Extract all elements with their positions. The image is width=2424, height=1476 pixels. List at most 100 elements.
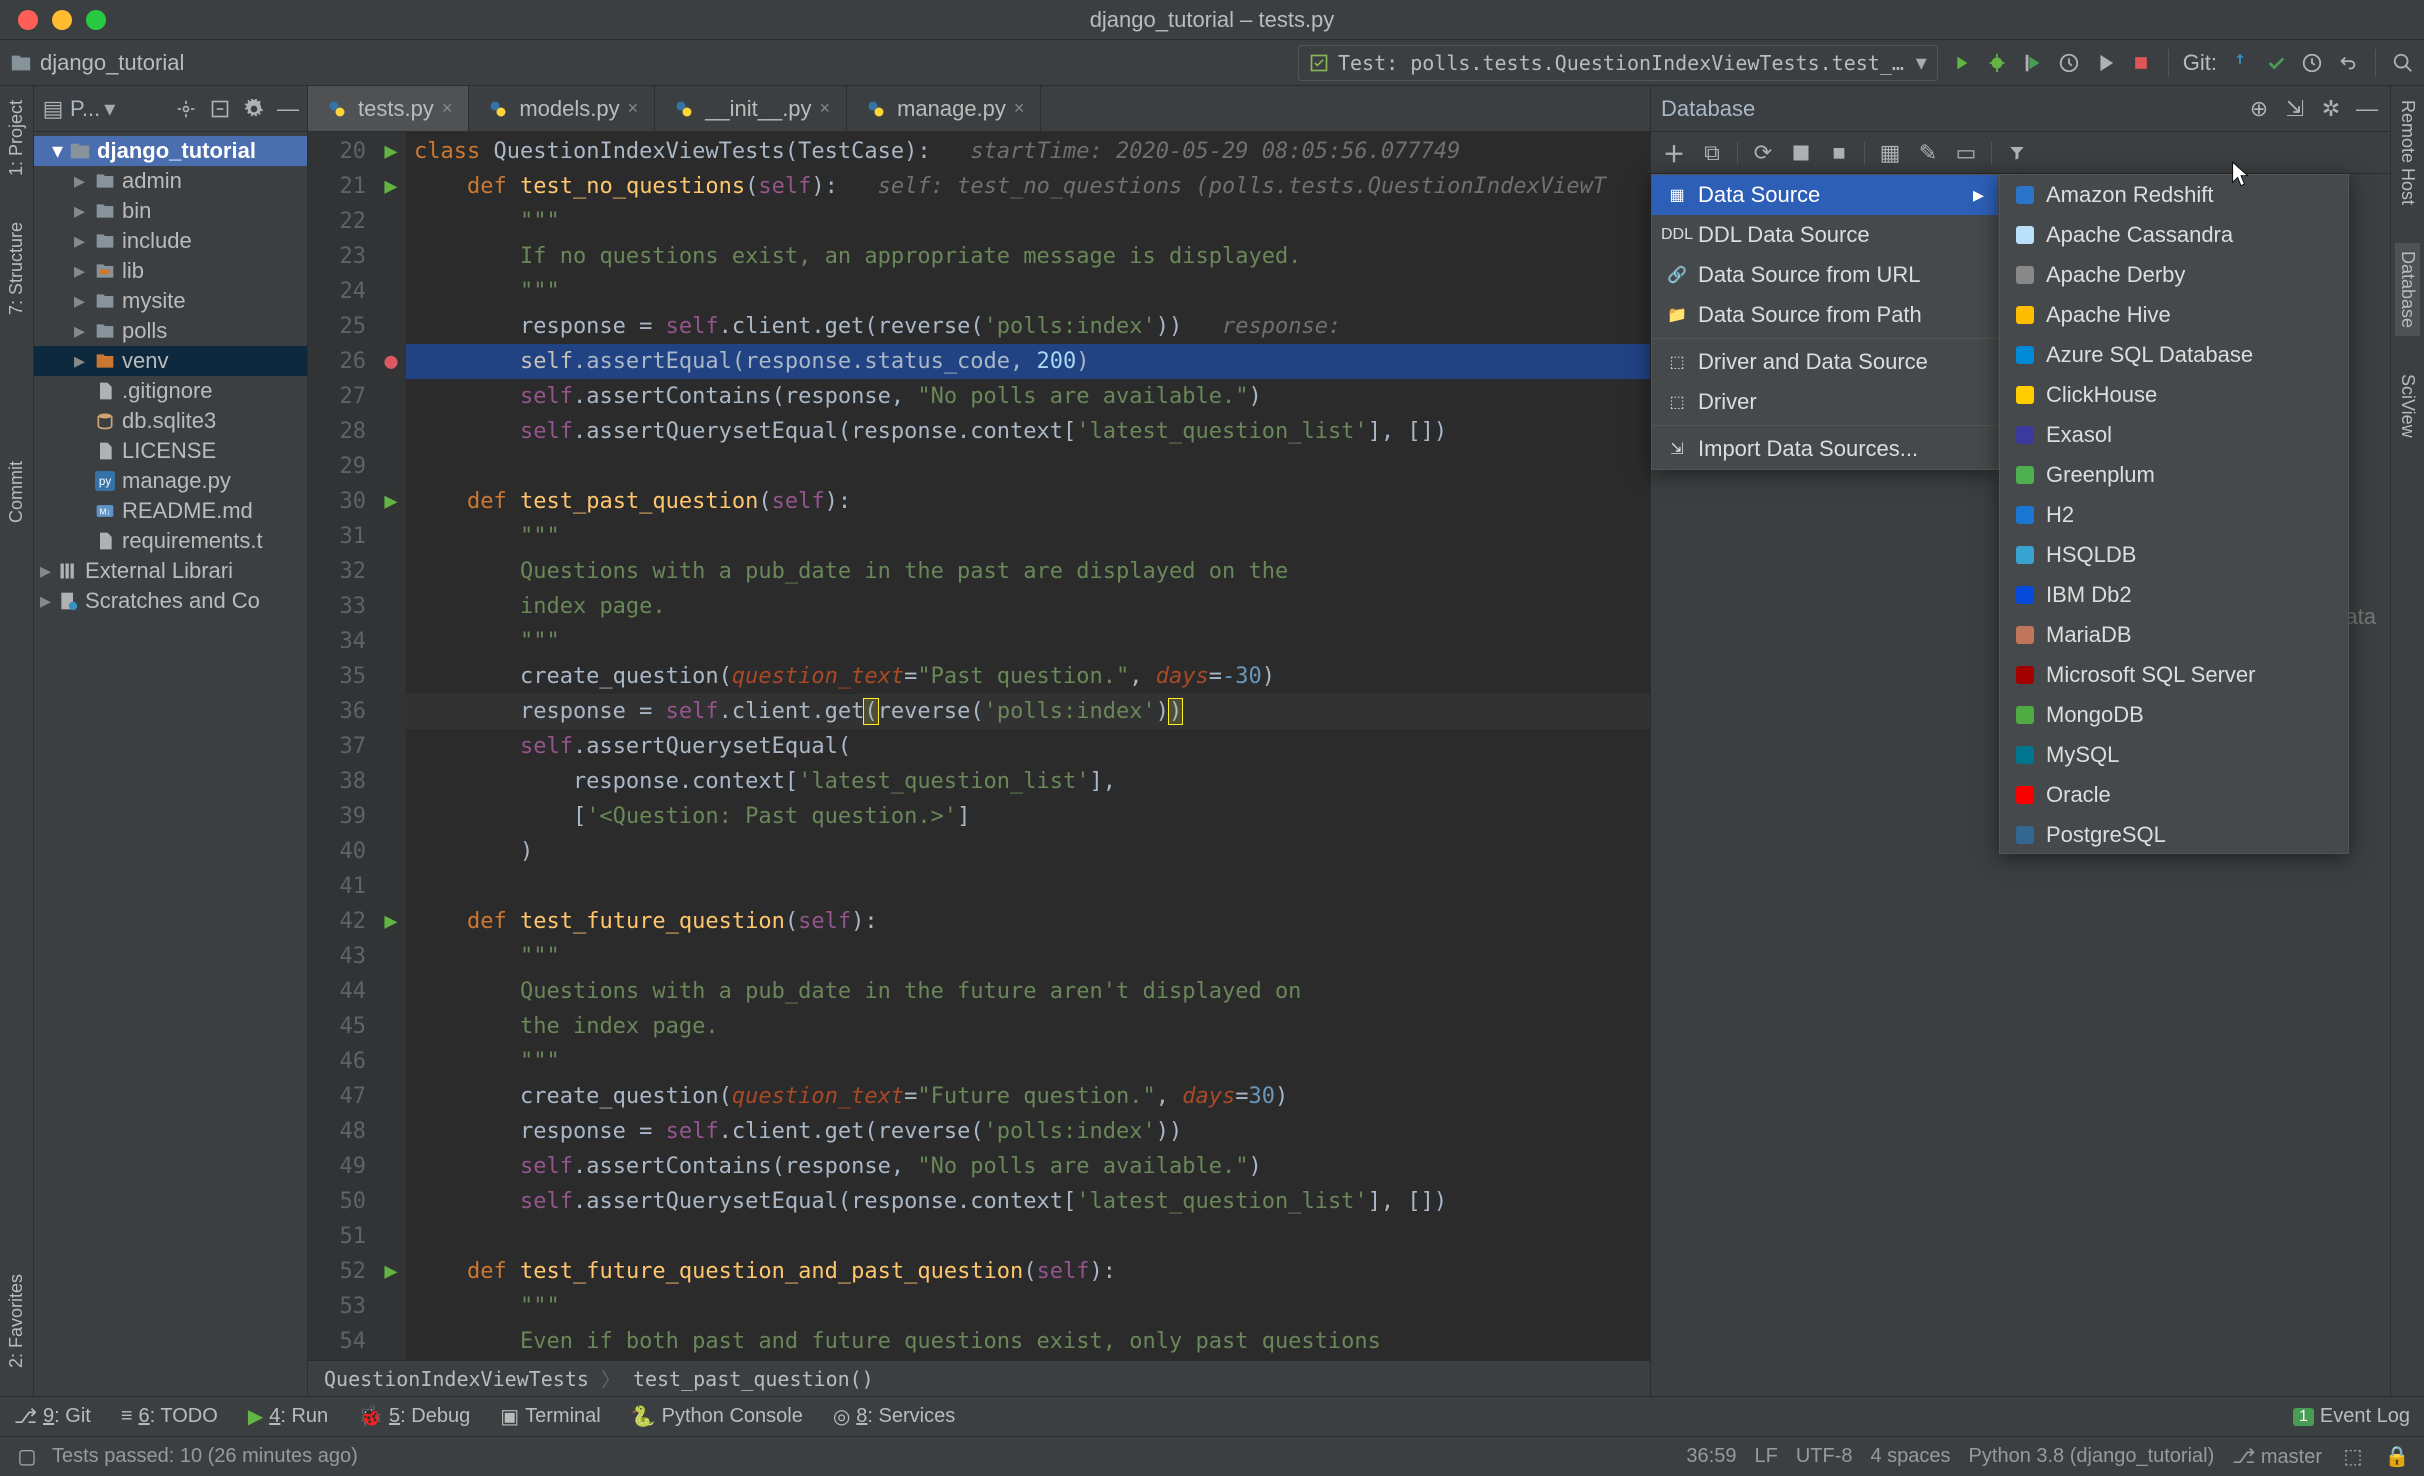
datasource-type-item[interactable]: MongoDB [2000, 695, 2348, 735]
tree-node[interactable]: ▸venv [34, 346, 307, 376]
tree-node[interactable]: M↓README.md [34, 496, 307, 526]
close-tab-icon[interactable]: × [442, 98, 453, 119]
duplicate-icon[interactable]: ⧉ [1699, 140, 1725, 166]
code-breadcrumbs[interactable]: QuestionIndexViewTests 〉 test_past_quest… [308, 1360, 1650, 1396]
run-tool-button[interactable]: ▶ 4: Run [248, 1404, 328, 1429]
menu-item[interactable]: ⬚Driver and Data Source [1652, 342, 1998, 382]
datasource-type-item[interactable]: Oracle [2000, 775, 2348, 815]
settings-icon[interactable]: ✲ [2318, 96, 2344, 122]
git-rollback-icon[interactable] [2335, 50, 2361, 76]
tree-node[interactable]: ▸bin [34, 196, 307, 226]
run-button-icon[interactable] [1948, 50, 1974, 76]
git-update-icon[interactable] [2227, 50, 2253, 76]
datasource-type-item[interactable]: H2 [2000, 495, 2348, 535]
menu-item[interactable]: ⬚Driver [1652, 382, 1998, 422]
attach-button-icon[interactable] [2092, 50, 2118, 76]
deployment-icon[interactable]: ⬚ [2340, 1444, 2366, 1470]
datasource-type-item[interactable]: Exasol [2000, 415, 2348, 455]
tree-node-root[interactable]: ▾ django_tutorial [34, 136, 307, 166]
menu-item[interactable]: 🔗Data Source from URL [1652, 255, 1998, 295]
editor-tab[interactable]: manage.py× [847, 86, 1041, 131]
datasource-type-item[interactable]: Amazon Redshift [2000, 175, 2348, 215]
line-ending[interactable]: LF [1754, 1445, 1777, 1468]
project-view-label[interactable]: P... [70, 96, 100, 122]
git-branch[interactable]: ⎇ master [2232, 1444, 2322, 1469]
filter-icon[interactable] [2004, 140, 2030, 166]
breadcrumb-project[interactable]: django_tutorial [40, 50, 184, 76]
debug-button-icon[interactable] [1984, 50, 2010, 76]
menu-item[interactable]: ▦Data Source▸ [1652, 175, 1998, 215]
close-tab-icon[interactable]: × [628, 98, 639, 119]
tree-node[interactable]: ▸include [34, 226, 307, 256]
refresh-icon[interactable]: ⟳ [1750, 140, 1776, 166]
tree-node[interactable]: ▸lib [34, 256, 307, 286]
close-window-icon[interactable] [18, 10, 38, 30]
locate-icon[interactable]: ⊕ [2246, 96, 2272, 122]
datasource-type-item[interactable]: HSQLDB [2000, 535, 2348, 575]
datasource-type-item[interactable]: Azure SQL Database [2000, 335, 2348, 375]
editor-tab[interactable]: models.py× [469, 86, 655, 131]
code-editor[interactable]: 2021222324252627282930313233343536373839… [308, 132, 1650, 1360]
datasource-type-item[interactable]: Microsoft SQL Server [2000, 655, 2348, 695]
hide-panel-icon[interactable]: — [275, 96, 301, 122]
close-tab-icon[interactable]: × [820, 98, 831, 119]
tree-node[interactable]: ▸mysite [34, 286, 307, 316]
table-icon[interactable]: ▦ [1877, 140, 1903, 166]
crumb-class[interactable]: QuestionIndexViewTests [324, 1367, 589, 1391]
menu-item[interactable]: 📁Data Source from Path [1652, 295, 1998, 335]
favorites-tool-button[interactable]: 2: Favorites [4, 1266, 29, 1376]
project-tree[interactable]: ▾ django_tutorial ▸admin▸bin▸include▸lib… [34, 132, 307, 1396]
tree-node[interactable]: ▸admin [34, 166, 307, 196]
datasource-type-item[interactable]: PostgreSQL [2000, 815, 2348, 854]
collapse-icon[interactable]: ⇲ [2282, 96, 2308, 122]
datasource-type-item[interactable]: Greenplum [2000, 455, 2348, 495]
todo-tool-button[interactable]: ≡ 6: TODO [121, 1405, 218, 1428]
datasource-type-submenu[interactable]: Amazon RedshiftApache CassandraApache De… [1999, 174, 2349, 854]
datasource-popup-menu[interactable]: ▦Data Source▸DDLDDL Data Source🔗Data Sou… [1651, 174, 1999, 470]
run-configuration-selector[interactable]: Test: polls.tests.QuestionIndexViewTests… [1298, 45, 1938, 81]
database-tool-button[interactable]: Database [2395, 243, 2420, 336]
cursor-position[interactable]: 36:59 [1686, 1445, 1736, 1468]
sql-icon[interactable] [1788, 140, 1814, 166]
view-icon[interactable]: ▭ [1953, 140, 1979, 166]
debug-tool-button[interactable]: 🐞 5: Debug [358, 1404, 470, 1429]
editor-tab[interactable]: tests.py× [308, 86, 469, 131]
indent-setting[interactable]: 4 spaces [1870, 1445, 1950, 1468]
event-log-button[interactable]: 1 Event Log [2293, 1405, 2410, 1428]
terminal-tool-button[interactable]: ▣ Terminal [500, 1404, 600, 1429]
services-tool-button[interactable]: ◎ 8: Services [833, 1404, 955, 1429]
sciview-tool-button[interactable]: SciView [2395, 366, 2420, 446]
project-tool-button[interactable]: 1: Project [4, 92, 29, 184]
datasource-type-item[interactable]: MySQL [2000, 735, 2348, 775]
maximize-window-icon[interactable] [86, 10, 106, 30]
menu-item[interactable]: ⇲Import Data Sources... [1652, 429, 1998, 469]
datasource-type-item[interactable]: MariaDB [2000, 615, 2348, 655]
add-icon[interactable]: ＋ [1661, 140, 1687, 166]
crumb-method[interactable]: test_past_question() [633, 1367, 874, 1391]
tree-node[interactable]: ▸polls [34, 316, 307, 346]
datasource-type-item[interactable]: ClickHouse [2000, 375, 2348, 415]
stop-icon[interactable]: ■ [1826, 140, 1852, 166]
close-tab-icon[interactable]: × [1014, 98, 1025, 119]
structure-tool-button[interactable]: 7: Structure [4, 214, 29, 323]
edit-icon[interactable]: ✎ [1915, 140, 1941, 166]
locate-icon[interactable] [173, 96, 199, 122]
settings-icon[interactable] [241, 96, 267, 122]
hide-panel-icon[interactable]: — [2354, 96, 2380, 122]
tree-node[interactable]: .gitignore [34, 376, 307, 406]
coverage-button-icon[interactable] [2020, 50, 2046, 76]
code-content[interactable]: class QuestionIndexViewTests(TestCase): … [406, 132, 1650, 1360]
python-console-tool-button[interactable]: 🐍 Python Console [631, 1404, 803, 1429]
python-interpreter[interactable]: Python 3.8 (django_tutorial) [1969, 1445, 2215, 1468]
profile-button-icon[interactable] [2056, 50, 2082, 76]
toolwindows-icon[interactable]: ▢ [14, 1444, 40, 1470]
git-commit-icon[interactable] [2263, 50, 2289, 76]
file-encoding[interactable]: UTF-8 [1796, 1445, 1853, 1468]
tree-node[interactable]: db.sqlite3 [34, 406, 307, 436]
tree-node-external-libraries[interactable]: ▸ External Librari [34, 556, 307, 586]
datasource-type-item[interactable]: IBM Db2 [2000, 575, 2348, 615]
menu-item[interactable]: DDLDDL Data Source [1652, 215, 1998, 255]
git-tool-button[interactable]: ⎇ 9: Git [14, 1404, 91, 1429]
minimize-window-icon[interactable] [52, 10, 72, 30]
remote-host-tool-button[interactable]: Remote Host [2395, 92, 2420, 213]
